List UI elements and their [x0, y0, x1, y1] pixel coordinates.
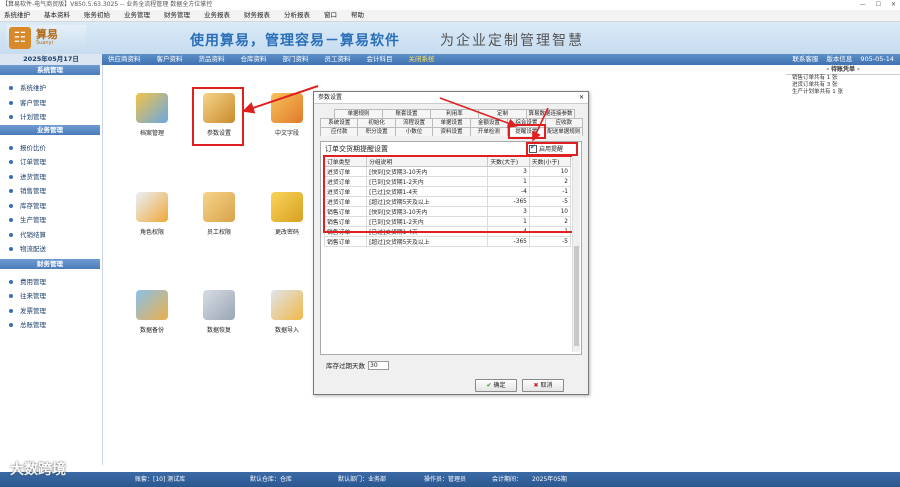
watermark: 大数跨境	[10, 462, 66, 478]
status-account: 账套：[10] 测试库	[135, 476, 186, 483]
status-period: 会计期间：	[492, 476, 523, 483]
status-bar: 账套：[10] 测试库 默认仓库：仓库 默认部门：业务部 操作员：管理员 会计期…	[0, 472, 900, 487]
annotation-arrows	[242, 85, 549, 142]
arrow-to-parameters	[242, 85, 319, 114]
status-warehouse: 默认仓库：仓库	[250, 476, 293, 483]
status-operator: 操作员：管理员	[424, 476, 467, 483]
status-period-value: 2025年05期	[532, 476, 567, 483]
arrow-to-tab	[439, 97, 518, 128]
arrow-to-checkbox	[532, 107, 549, 142]
status-department: 默认部门：业务部	[338, 476, 387, 483]
